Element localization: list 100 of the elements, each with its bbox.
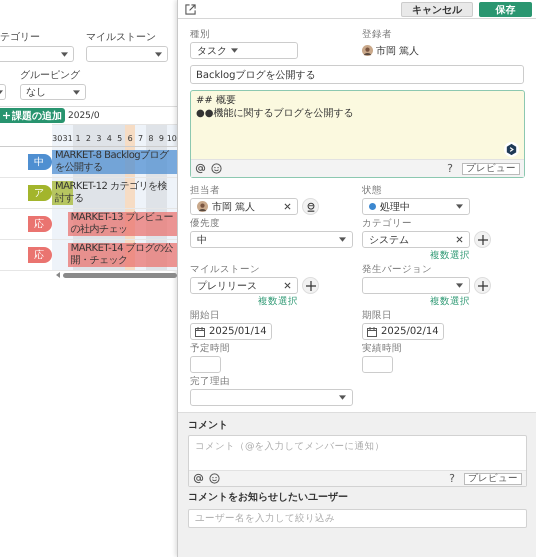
- day-label: 1: [72, 125, 84, 146]
- assistant-icon[interactable]: [504, 142, 519, 157]
- caret-icon: [155, 52, 162, 56]
- help-link[interactable]: ?: [445, 472, 459, 485]
- multi-select-link[interactable]: 複数選択: [362, 296, 470, 307]
- select-field[interactable]: [190, 389, 353, 406]
- caret-icon: [73, 90, 80, 94]
- field-label: 登録者: [362, 29, 393, 40]
- filter-select[interactable]: [0, 84, 6, 100]
- number-field[interactable]: [190, 356, 221, 373]
- field-label: マイルストーン: [190, 264, 261, 275]
- mention-icon[interactable]: [195, 163, 206, 174]
- field-label: 優先度: [190, 218, 221, 229]
- field-label: 種別: [190, 29, 211, 40]
- user-filter-field[interactable]: ユーザー名を入力して絞り込み: [188, 509, 527, 528]
- field-label: 予定時間: [190, 343, 231, 354]
- emoji-icon[interactable]: [209, 473, 220, 484]
- date-field[interactable]: 2025/01/14: [190, 323, 272, 340]
- comment-field[interactable]: コメント（@を入力してメンバーに通知） ? プレビュー: [188, 435, 527, 487]
- status-pill: 応: [28, 247, 52, 263]
- grouping-select[interactable]: なし: [20, 84, 86, 100]
- help-link[interactable]: ?: [443, 162, 457, 175]
- field-label: 開始日: [190, 310, 221, 321]
- day-label: 4: [104, 125, 114, 146]
- day-label: 3: [94, 125, 104, 146]
- preview-button[interactable]: プレビュー: [462, 162, 520, 174]
- external-link-icon[interactable]: [185, 4, 196, 14]
- save-button[interactable]: 保存: [479, 2, 532, 16]
- scrollbar[interactable]: [56, 271, 177, 279]
- status-pill: ア: [28, 185, 52, 201]
- select-field[interactable]: プレリリース: [190, 277, 298, 294]
- day-label: 31: [62, 125, 73, 146]
- day-label: 9: [156, 125, 167, 146]
- cancel-button[interactable]: キャンセル: [401, 2, 473, 16]
- caret-icon: [456, 204, 463, 209]
- field-label: カテゴリー: [362, 218, 413, 229]
- day-label: 2: [83, 125, 94, 146]
- day-label: 30: [52, 125, 62, 146]
- field-label: 実績時間: [362, 343, 403, 354]
- add-button[interactable]: [474, 231, 491, 248]
- emoji-icon[interactable]: [211, 163, 222, 174]
- date-field[interactable]: 2025/02/14: [362, 323, 444, 340]
- plus-icon: [3, 112, 10, 119]
- day-label: 10: [166, 125, 177, 146]
- clear-icon[interactable]: [284, 203, 291, 210]
- description-line: ## 概要: [196, 95, 237, 107]
- day-label: 8: [146, 125, 156, 146]
- status-pill: 応: [28, 216, 52, 232]
- filter-label: テゴリー: [0, 31, 41, 44]
- comment-heading: コメント: [188, 419, 229, 432]
- issue-title[interactable]: MARKET-8 Backlogブログを公開する: [55, 150, 177, 174]
- day-label: 7: [135, 125, 146, 146]
- clear-icon[interactable]: [284, 282, 291, 289]
- day-label: 6: [124, 125, 136, 146]
- number-field[interactable]: [362, 356, 393, 373]
- plus-icon: [306, 280, 316, 290]
- month-label: 2025/0: [67, 110, 100, 120]
- calendar-icon: [195, 326, 205, 336]
- select-field[interactable]: システム: [362, 231, 470, 248]
- select-field[interactable]: [362, 277, 470, 294]
- field-label: 完了理由: [190, 376, 231, 387]
- description-field[interactable]: ## 概要 ●●機能に関するブログを公開する ? プレビュー: [190, 90, 525, 178]
- person-icon: [306, 202, 316, 212]
- filter-label: マイルストーン: [86, 31, 157, 44]
- add-button[interactable]: [302, 277, 319, 294]
- filter-label: グルーピング: [20, 69, 81, 82]
- field-label: 状態: [362, 185, 383, 196]
- calendar-icon: [367, 326, 377, 336]
- multi-select-link[interactable]: 複数選択: [362, 250, 470, 261]
- preview-button[interactable]: プレビュー: [464, 472, 522, 484]
- avatar-icon: [197, 201, 208, 212]
- caret-icon: [339, 237, 346, 242]
- description-line: ●●機能に関するブログを公開する: [196, 108, 354, 120]
- add-button[interactable]: [474, 277, 491, 294]
- status-select[interactable]: 処理中: [362, 198, 470, 215]
- field-label: 発生バージョン: [362, 264, 433, 275]
- status-pill: 中: [28, 154, 52, 170]
- select-field[interactable]: 中: [190, 231, 353, 248]
- registrant-name: 市岡 篤人: [376, 44, 420, 58]
- multi-select-link[interactable]: 複数選択: [190, 296, 298, 307]
- field-label: 期限日: [362, 310, 393, 321]
- scroll-left-icon[interactable]: [56, 272, 60, 278]
- assignee-field[interactable]: 市岡 篤人: [190, 198, 298, 215]
- assign-me-button[interactable]: [302, 198, 319, 215]
- plus-icon: [478, 280, 488, 290]
- title-field[interactable]: Backlogブログを公開する: [190, 65, 524, 84]
- field-label: 担当者: [190, 185, 221, 196]
- issue-title[interactable]: MARKET-14 ブログの公開・チェック: [70, 243, 177, 267]
- avatar-icon: [362, 45, 373, 56]
- add-issue-button[interactable]: 課題の追加: [0, 108, 65, 123]
- plus-icon: [478, 234, 488, 244]
- day-label: 5: [114, 125, 125, 146]
- clear-icon[interactable]: [456, 236, 463, 243]
- caret-icon: [339, 395, 346, 400]
- caret-icon: [61, 52, 68, 56]
- caret-icon: [231, 48, 238, 53]
- mention-icon[interactable]: [193, 473, 204, 484]
- notify-heading: コメントをお知らせしたいユーザー: [188, 490, 349, 504]
- type-select[interactable]: タスク: [190, 42, 298, 59]
- issue-title[interactable]: MARKET-13 プレビューの社内チェッ: [70, 212, 177, 236]
